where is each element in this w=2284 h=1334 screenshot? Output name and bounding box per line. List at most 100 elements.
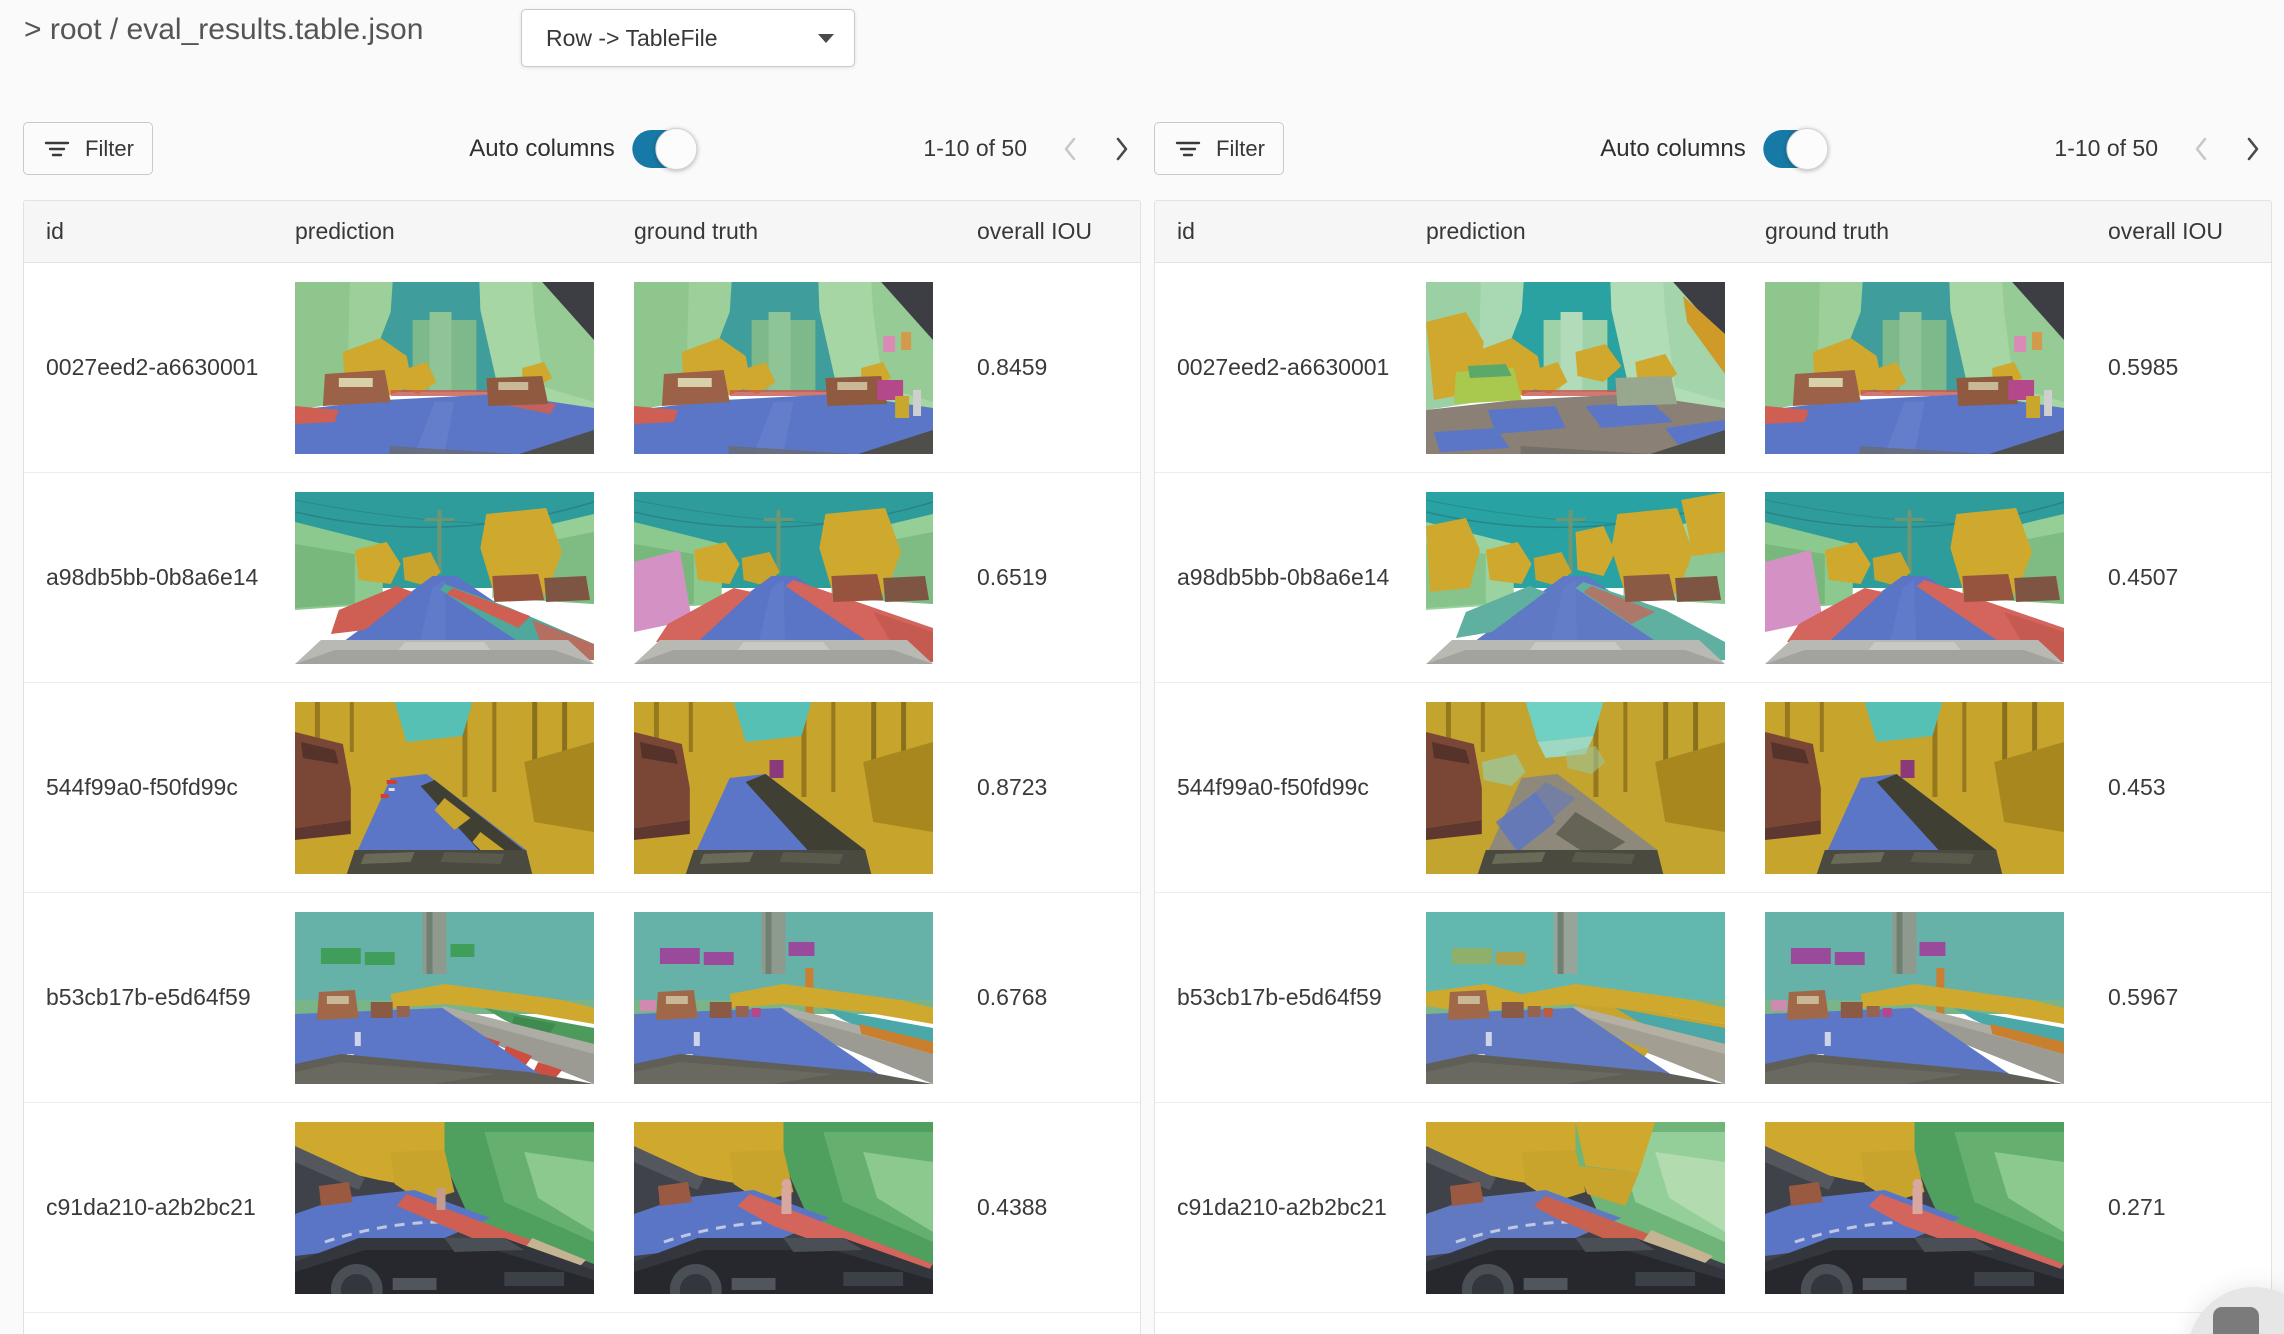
- breadcrumb[interactable]: > root / eval_results.table.json: [24, 13, 423, 47]
- ground-truth-image[interactable]: [634, 1122, 933, 1294]
- ground-truth-image[interactable]: [1765, 912, 2064, 1084]
- id-cell: 544f99a0-f50fd99c: [24, 774, 295, 801]
- prediction-image[interactable]: [295, 912, 594, 1084]
- ground-truth-image[interactable]: [1765, 1122, 2064, 1294]
- filter-icon: [1173, 136, 1203, 162]
- auto-columns-toggle[interactable]: [633, 130, 695, 168]
- ground-truth-image[interactable]: [1765, 492, 2064, 664]
- table-row: 0027eed2-a6630001 0.8459: [24, 263, 1140, 473]
- id-cell: 0027eed2-a6630001: [1155, 354, 1426, 381]
- table-row: a98db5bb-0b8a6e14 0.4507: [1155, 473, 2271, 683]
- auto-columns-control: Auto columns: [1600, 122, 1825, 175]
- column-header-id[interactable]: id: [24, 218, 295, 245]
- ground-truth-image[interactable]: [634, 912, 933, 1084]
- id-cell: a98db5bb-0b8a6e14: [24, 564, 295, 591]
- table-row: 0027eed2-a6630001 0.5985: [1155, 263, 2271, 473]
- iou-cell: 0.453: [2104, 774, 2272, 801]
- auto-columns-control: Auto columns: [469, 122, 694, 175]
- ground-truth-cell: [1765, 702, 2104, 874]
- filter-button-label: Filter: [85, 136, 134, 162]
- id-cell: c91da210-a2b2bc21: [24, 1194, 295, 1221]
- column-header-id[interactable]: id: [1155, 218, 1426, 245]
- chevron-down-icon: [818, 34, 834, 43]
- view-selector-value: Row -> TableFile: [546, 25, 718, 52]
- ground-truth-cell: [1765, 1122, 2104, 1294]
- ground-truth-cell: [634, 1122, 973, 1294]
- pagination-range: 1-10 of 50: [2054, 135, 2158, 162]
- next-page-button[interactable]: [1103, 127, 1141, 171]
- id-cell: a98db5bb-0b8a6e14: [1155, 564, 1426, 591]
- pagination: 1-10 of 50: [923, 122, 1141, 175]
- table-row: a98db5bb-0b8a6e140.6519: [24, 473, 1140, 683]
- ground-truth-image[interactable]: [634, 282, 933, 454]
- ground-truth-image[interactable]: [634, 702, 933, 874]
- table-row: b53cb17b-e5d64f59 0.6768: [24, 893, 1140, 1103]
- scroll-fab-icon: [2213, 1307, 2259, 1334]
- previous-page-button[interactable]: [1051, 127, 1089, 171]
- prediction-cell: [1426, 1122, 1765, 1294]
- prediction-image[interactable]: [295, 702, 594, 874]
- pagination: 1-10 of 50: [2054, 122, 2272, 175]
- toggle-knob: [1787, 128, 1829, 170]
- prediction-image[interactable]: [295, 492, 594, 664]
- prediction-image[interactable]: [1426, 1122, 1725, 1294]
- iou-cell: 0.6768: [973, 984, 1141, 1011]
- pagination-range: 1-10 of 50: [923, 135, 1027, 162]
- next-page-button[interactable]: [2234, 127, 2272, 171]
- column-header-prediction[interactable]: prediction: [295, 218, 634, 245]
- prediction-cell: [1426, 702, 1765, 874]
- table-row: b53cb17b-e5d64f590.5967: [1155, 893, 2271, 1103]
- table-panel-right: FilterAuto columns1-10 of 50idprediction…: [1154, 122, 2272, 178]
- toggle-knob: [656, 128, 698, 170]
- previous-page-button[interactable]: [2182, 127, 2220, 171]
- artifact-table-view: > root / eval_results.table.json Row -> …: [0, 0, 2284, 1334]
- column-header-prediction[interactable]: prediction: [1426, 218, 1765, 245]
- view-selector-dropdown[interactable]: Row -> TableFile: [521, 9, 855, 67]
- prediction-image[interactable]: [1426, 282, 1725, 454]
- prediction-image[interactable]: [1426, 492, 1725, 664]
- iou-cell: 0.4507: [2104, 564, 2272, 591]
- filter-button[interactable]: Filter: [1154, 122, 1284, 175]
- ground-truth-cell: [634, 282, 973, 454]
- auto-columns-toggle[interactable]: [1764, 130, 1826, 168]
- iou-cell: 0.5985: [2104, 354, 2272, 381]
- data-table: idpredictionground truthoverall IOU0027e…: [1154, 200, 2272, 1334]
- filter-button[interactable]: Filter: [23, 122, 153, 175]
- data-table: idpredictionground truthoverall IOU0027e…: [23, 200, 1141, 1334]
- table-row: c91da210-a2b2bc21 0.271: [1155, 1103, 2271, 1313]
- ground-truth-image[interactable]: [634, 492, 933, 664]
- table-row: c91da210-a2b2bc210.4388: [24, 1103, 1140, 1313]
- ground-truth-cell: [634, 492, 973, 664]
- prediction-cell: [1426, 912, 1765, 1084]
- prediction-cell: [295, 282, 634, 454]
- column-header-overall-iou[interactable]: overall IOU: [973, 218, 1141, 245]
- id-cell: b53cb17b-e5d64f59: [1155, 984, 1426, 1011]
- column-header-ground-truth[interactable]: ground truth: [634, 218, 973, 245]
- prediction-cell: [1426, 282, 1765, 454]
- ground-truth-image[interactable]: [1765, 702, 2064, 874]
- ground-truth-image[interactable]: [1765, 282, 2064, 454]
- id-cell: c91da210-a2b2bc21: [1155, 1194, 1426, 1221]
- prediction-cell: [295, 492, 634, 664]
- prediction-cell: [295, 1122, 634, 1294]
- column-header-ground-truth[interactable]: ground truth: [1765, 218, 2104, 245]
- ground-truth-cell: [1765, 492, 2104, 664]
- prediction-cell: [295, 912, 634, 1084]
- iou-cell: 0.8459: [973, 354, 1141, 381]
- table-header-row: idpredictionground truthoverall IOU: [24, 201, 1140, 263]
- table-panel-left: FilterAuto columns1-10 of 50idprediction…: [23, 122, 1141, 178]
- column-header-overall-iou[interactable]: overall IOU: [2104, 218, 2272, 245]
- ground-truth-cell: [634, 702, 973, 874]
- iou-cell: 0.271: [2104, 1194, 2272, 1221]
- prediction-image[interactable]: [1426, 912, 1725, 1084]
- prediction-image[interactable]: [295, 282, 594, 454]
- prediction-image[interactable]: [1426, 702, 1725, 874]
- prediction-image[interactable]: [295, 1122, 594, 1294]
- id-cell: b53cb17b-e5d64f59: [24, 984, 295, 1011]
- table-row: 544f99a0-f50fd99c0.453: [1155, 683, 2271, 893]
- table-row-partial: [24, 1313, 1140, 1334]
- table-header-row: idpredictionground truthoverall IOU: [1155, 201, 2271, 263]
- panel-toolbar: Filter Auto columns 1-10 of 50: [23, 122, 1141, 178]
- table-row-partial: [1155, 1313, 2271, 1334]
- id-cell: 0027eed2-a6630001: [24, 354, 295, 381]
